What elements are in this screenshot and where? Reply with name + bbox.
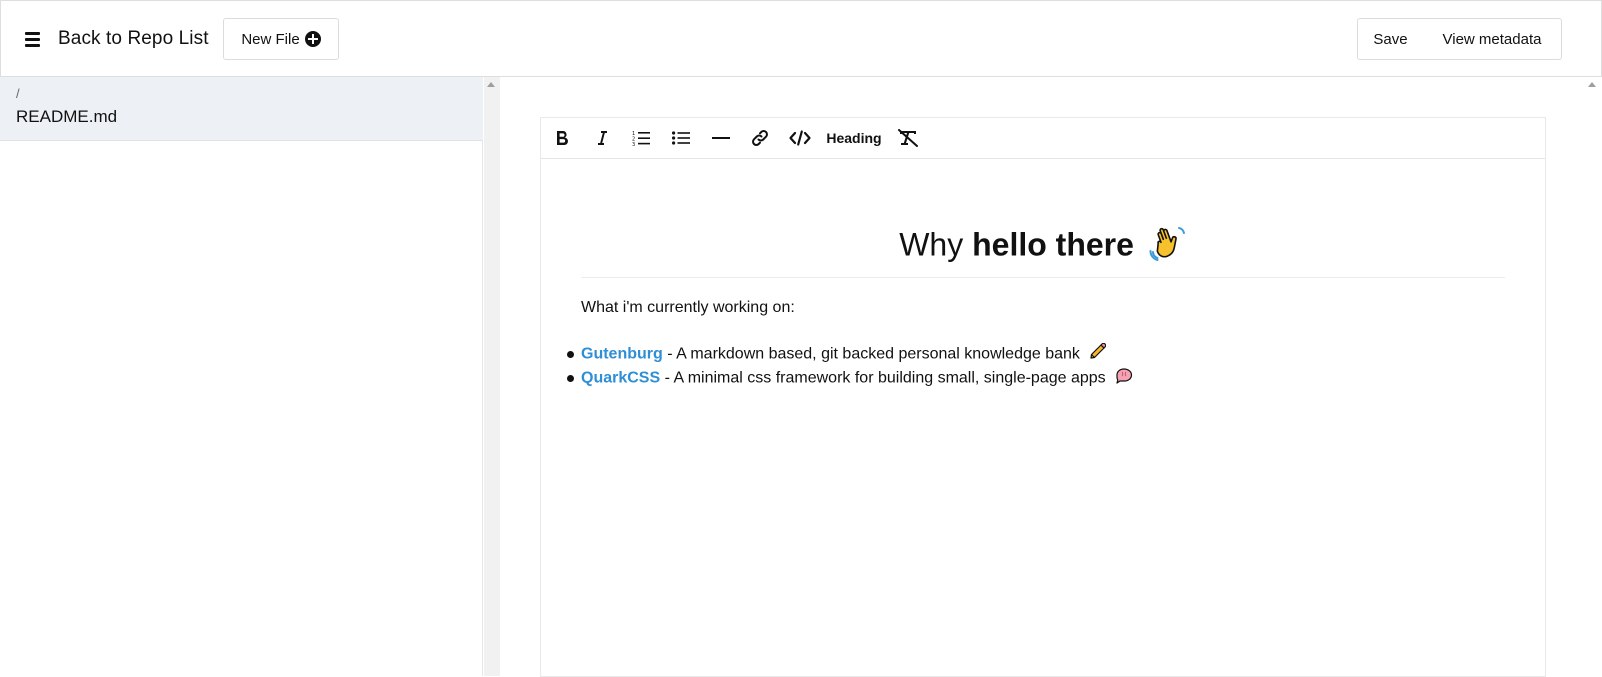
quarkcss-link[interactable]: QuarkCSS (581, 370, 660, 387)
sidebar-scroll-up-icon[interactable] (486, 80, 496, 90)
unordered-list-icon[interactable] (669, 126, 693, 150)
list-item-text: - A minimal css framework for building s… (660, 369, 1106, 387)
file-sidebar: / README.md (0, 77, 483, 676)
file-list-item[interactable]: / README.md (0, 77, 483, 141)
heading-plain-text: Why (899, 226, 973, 263)
heading-divider (581, 277, 1505, 278)
heading-bold-text: hello there (972, 226, 1134, 263)
bullet-icon (567, 375, 574, 382)
pencil-icon (1088, 342, 1107, 366)
main-scroll-up-icon[interactable] (1587, 80, 1597, 90)
heading-button[interactable]: Heading (825, 126, 883, 150)
code-icon[interactable] (787, 126, 813, 150)
new-file-label: New File (241, 30, 300, 48)
view-metadata-button[interactable]: View metadata (1423, 18, 1562, 60)
back-to-repo-list-link[interactable]: Back to Repo List (58, 28, 209, 50)
brain-icon (1114, 367, 1134, 390)
ordered-list-icon[interactable]: 123 (629, 126, 653, 150)
clear-formatting-icon[interactable] (895, 126, 921, 150)
document-heading: Why hello there (581, 224, 1505, 270)
bold-icon[interactable] (551, 126, 573, 150)
bullet-icon (567, 351, 574, 358)
gutenburg-link[interactable]: Gutenburg (581, 346, 663, 363)
markdown-editor[interactable]: 123 Heading Why hello there What i'm cur… (540, 117, 1546, 677)
editor-toolbar: 123 Heading (541, 118, 1545, 159)
list-item-text: - A markdown based, git backed personal … (662, 345, 1080, 363)
link-icon[interactable] (749, 126, 771, 150)
waving-hand-icon (1149, 224, 1187, 270)
plus-circle-icon (304, 31, 321, 47)
hamburger-menu-icon[interactable] (23, 31, 45, 49)
file-name: README.md (16, 107, 118, 126)
save-button[interactable]: Save (1357, 18, 1424, 60)
italic-icon[interactable] (591, 126, 613, 150)
new-file-button[interactable]: New File (223, 18, 339, 60)
horizontal-rule-icon[interactable] (709, 126, 733, 150)
project-list: Gutenburg - A markdown based, git backed… (567, 342, 1134, 391)
file-path: / (16, 86, 20, 101)
intro-paragraph: What i'm currently working on: (581, 299, 795, 316)
svg-text:3: 3 (632, 142, 635, 146)
list-item: QuarkCSS - A minimal css framework for b… (567, 367, 1134, 391)
top-bar: Back to Repo List New File Save View met… (0, 0, 1602, 77)
sidebar-scrollbar-track[interactable] (484, 77, 500, 676)
list-item: Gutenburg - A markdown based, git backed… (567, 342, 1134, 367)
